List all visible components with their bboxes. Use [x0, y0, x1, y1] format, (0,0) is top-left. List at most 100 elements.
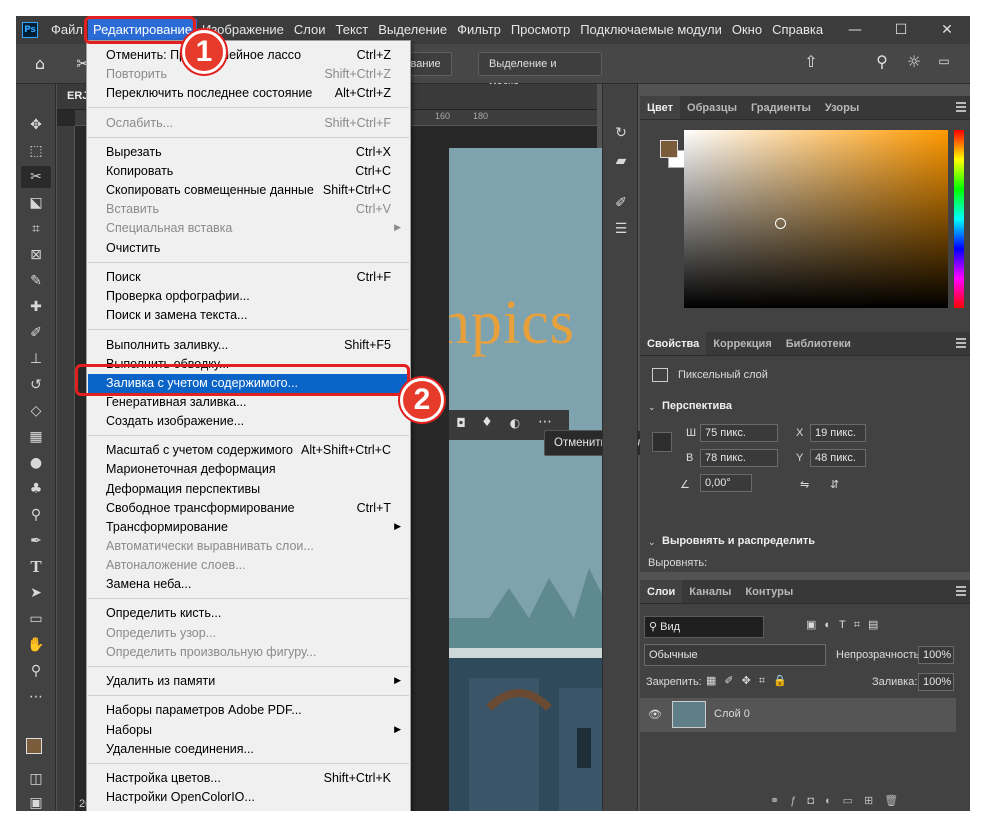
path-selection-icon[interactable]: ➤ [21, 582, 51, 604]
brush-settings-icon[interactable]: ✐ [606, 192, 636, 214]
edit-menu-item[interactable]: Замена неба... [88, 575, 409, 594]
tab-prop-tabs-0[interactable]: Свойства [640, 332, 707, 355]
tab-layer-tabs-2[interactable]: Контуры [738, 580, 800, 603]
mask-icon[interactable]: ◘ [453, 416, 469, 430]
workspace-icon[interactable]: ▭ [934, 54, 954, 68]
flip-horizontal-icon[interactable]: ⇋ [800, 478, 809, 491]
screen-mode-icon[interactable]: ▣ [21, 792, 51, 811]
link-dimensions-icon[interactable] [652, 432, 672, 452]
layer-filter-select[interactable]: ⚲ Вид [644, 616, 764, 638]
edit-menu-item[interactable]: Деформация перспективы [88, 480, 409, 499]
healing-brush-icon[interactable]: ✚ [21, 296, 51, 318]
pen-tool-icon[interactable]: ✒ [21, 530, 51, 552]
type-tool-icon[interactable]: T [21, 556, 51, 578]
edit-menu-item[interactable]: Настройки OpenColorIO... [88, 788, 409, 807]
menu-item-10[interactable]: Справка [767, 19, 828, 41]
zoom-dodge-icon[interactable]: ⚲ [21, 504, 51, 526]
zoom-tool-icon[interactable]: ⚲ [21, 660, 51, 682]
collapse-chevron-icon[interactable]: ⌄ [648, 402, 656, 413]
comments-icon[interactable]: ▰ [606, 150, 636, 172]
tab-color-tabs-2[interactable]: Градиенты [744, 96, 818, 119]
edit-menu-item[interactable]: Свободное трансформирование Ctrl+T [88, 499, 409, 518]
edit-menu-item[interactable]: Создать изображение... [88, 412, 409, 431]
edit-menu-item[interactable]: Удалить из памяти ▶ [88, 672, 409, 691]
tab-color-tabs-1[interactable]: Образцы [680, 96, 744, 119]
edit-menu-item[interactable]: Определить кисть... [88, 604, 409, 623]
more-options-icon[interactable]: ⋯ [535, 414, 555, 430]
collapse-chevron-icon[interactable]: ⌄ [648, 537, 656, 548]
more-tools-icon[interactable]: ⋯ [21, 686, 51, 708]
share-icon[interactable]: ⇧ [800, 52, 822, 71]
menu-item-6[interactable]: Фильтр [452, 19, 506, 41]
menu-item-3[interactable]: Слои [289, 19, 331, 41]
color-field[interactable] [684, 130, 948, 308]
eyedropper-icon[interactable]: ✎ [21, 270, 51, 292]
layer-footer-icons[interactable]: ⚭ƒ◘◐▭⊞🗑 [770, 794, 909, 807]
edit-menu-item[interactable]: Масштаб с учетом содержимого Alt+Shift+Ct… [88, 441, 409, 460]
fill-bucket-icon[interactable]: ♦ [479, 415, 495, 430]
quick-mask-icon[interactable]: ◫ [21, 768, 51, 790]
search-icon[interactable]: ⚲ [872, 52, 892, 71]
x-input[interactable]: 19 пикс. [810, 424, 866, 442]
gradient-tool-icon[interactable]: ▦ [21, 426, 51, 448]
layer-row[interactable]: 👁 Слой 0 [640, 698, 956, 732]
tab-color-tabs-0[interactable]: Цвет [640, 96, 681, 119]
panel-menu-icon[interactable] [956, 338, 966, 348]
layer-filter-icons[interactable]: ▣◐T⌗▤ [806, 618, 886, 632]
visibility-eye-icon[interactable]: 👁 [648, 708, 662, 721]
hue-slider[interactable] [954, 130, 964, 308]
edit-menu-item[interactable]: Наборы ▶ [88, 721, 409, 740]
menu-item-8[interactable]: Подключаемые модули [575, 19, 727, 41]
color-foreground-swatch[interactable] [660, 140, 678, 158]
home-icon[interactable]: ⌂ [30, 54, 50, 73]
history-icon[interactable]: ↻ [606, 122, 636, 144]
marquee-tool-icon[interactable]: ⬚ [21, 140, 51, 162]
edit-menu-item[interactable]: Выполнить заливку... Shift+F5 [88, 336, 409, 355]
edit-menu-item[interactable]: Скопировать совмещенные данные Shift+Ctrl… [88, 181, 409, 200]
angle-input[interactable]: 0,00° [700, 474, 752, 492]
tab-layer-tabs-0[interactable]: Слои [640, 580, 683, 603]
flip-vertical-icon[interactable]: ⇵ [830, 478, 839, 491]
panel-menu-icon[interactable] [956, 102, 966, 112]
adjust-sliders-icon[interactable]: ☰ [606, 218, 636, 240]
tab-prop-tabs-1[interactable]: Коррекция [706, 332, 778, 355]
edit-menu-item[interactable]: Марионеточная деформация [88, 460, 409, 479]
opacity-input[interactable]: 100% [918, 646, 954, 664]
edit-menu-item[interactable]: Трансформирование ▶ [88, 518, 409, 537]
hand-tool-icon[interactable]: ✋ [21, 634, 51, 656]
tab-prop-tabs-2[interactable]: Библиотеки [779, 332, 858, 355]
width-input[interactable]: 75 пикс. [700, 424, 778, 442]
menu-item-0[interactable]: Файл [46, 19, 88, 41]
edit-menu-item[interactable]: Удаленные соединения... [88, 740, 409, 759]
edit-menu-item[interactable]: Наборы параметров Adobe PDF... [88, 701, 409, 720]
panel-menu-icon[interactable] [956, 586, 966, 596]
lasso-tool-icon[interactable]: ✂ [21, 166, 51, 188]
edit-menu-item[interactable]: Настройка цветов... Shift+Ctrl+K [88, 769, 409, 788]
select-and-mask-button[interactable]: Выделение и маска... [478, 52, 602, 92]
rectangle-tool-icon[interactable]: ▭ [21, 608, 51, 630]
move-tool-icon[interactable]: ✥ [21, 114, 51, 136]
close-icon[interactable]: ✕ [924, 16, 970, 44]
foreground-swatch[interactable] [26, 738, 42, 754]
minimize-icon[interactable]: — [832, 16, 878, 44]
blend-mode-select[interactable]: Обычные [644, 644, 826, 666]
adjustment-icon[interactable]: ◐ [507, 416, 523, 430]
lock-icons[interactable]: ▦✐✥⌗🔒 [706, 674, 795, 688]
y-input[interactable]: 48 пикс. [810, 449, 866, 467]
edit-menu-item[interactable]: Отменить: Прямолинейное лассоCtrl+Z [88, 46, 409, 65]
tab-layer-tabs-1[interactable]: Каналы [682, 580, 738, 603]
lightbulb-icon[interactable]: ☼ [904, 52, 924, 71]
edit-menu-item[interactable]: Переключить последнее состояние Alt+Ctrl+… [88, 84, 409, 103]
history-brush-icon[interactable]: ↺ [21, 374, 51, 396]
blur-tool-icon[interactable]: ● [21, 452, 51, 474]
color-picker-cursor[interactable] [775, 218, 786, 229]
edit-menu-item[interactable]: Вырезать Ctrl+X [88, 143, 409, 162]
height-input[interactable]: 78 пикс. [700, 449, 778, 467]
brush-tool-icon[interactable]: ✐ [21, 322, 51, 344]
menu-item-4[interactable]: Текст [331, 19, 374, 41]
stamp-tool-icon[interactable]: ⊥ [21, 348, 51, 370]
edit-menu-item[interactable]: Очистить [88, 239, 409, 258]
menu-item-5[interactable]: Выделение [373, 19, 452, 41]
crop-tool-icon[interactable]: ⌗ [21, 218, 51, 240]
eraser-icon[interactable]: ◇ [21, 400, 51, 422]
